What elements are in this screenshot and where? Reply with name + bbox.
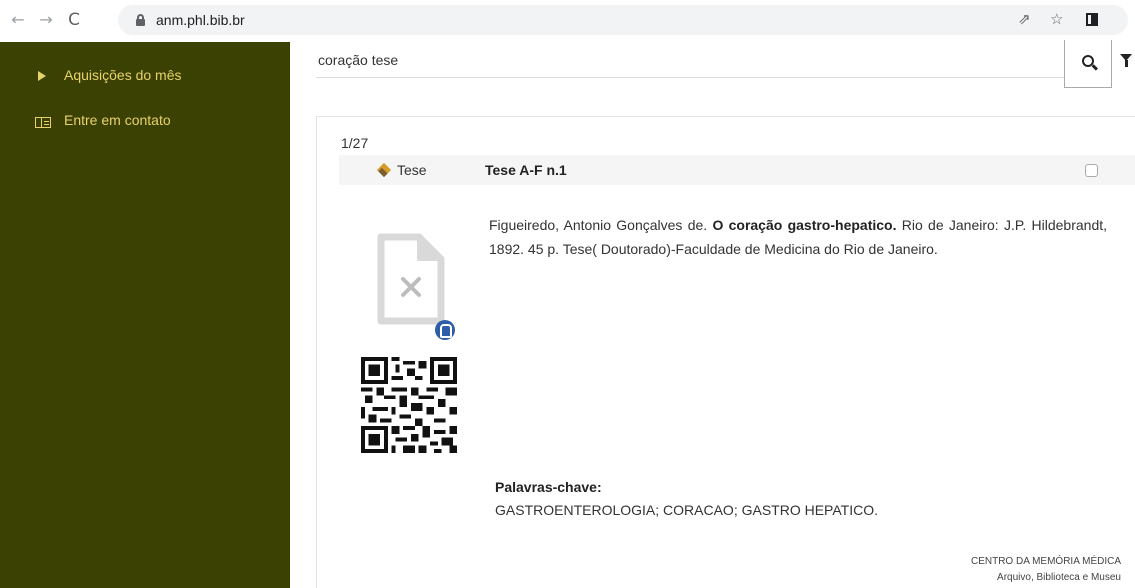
share-icon[interactable]: ⇗ bbox=[1018, 10, 1031, 28]
address-bar[interactable]: anm.phl.bib.br ⇗ ☆ bbox=[118, 5, 1128, 35]
filter-icon[interactable] bbox=[1120, 54, 1132, 68]
sidebar: Aquisições do mês Entre em contato bbox=[0, 42, 290, 588]
organization-footer: CENTRO DA MEMÓRIA MÉDICA Arquivo, Biblio… bbox=[971, 554, 1121, 586]
keywords-label: Palavras-chave: bbox=[495, 479, 602, 495]
keywords-value: GASTROENTEROLOGIA; CORACAO; GASTRO HEPAT… bbox=[495, 502, 878, 518]
result-counter: 1/27 bbox=[341, 135, 369, 151]
sidebar-item-label: Entre em contato bbox=[64, 112, 171, 128]
sidebar-item-label: Aquisições do mês bbox=[64, 67, 182, 83]
sidebar-item-contato[interactable]: Entre em contato bbox=[0, 109, 290, 133]
search-bar bbox=[316, 40, 1135, 88]
document-unavailable-icon bbox=[373, 229, 449, 329]
sidebar-item-aquisicoes[interactable]: Aquisições do mês bbox=[0, 64, 290, 88]
triangle-right-icon bbox=[38, 71, 46, 81]
forward-arrow-icon[interactable]: → bbox=[34, 8, 58, 32]
select-checkbox[interactable] bbox=[1085, 164, 1098, 177]
search-button[interactable] bbox=[1064, 40, 1112, 88]
citation-author: Figueiredo, Antonio Gonçalves de. bbox=[489, 217, 708, 233]
back-arrow-icon[interactable]: ← bbox=[6, 8, 30, 32]
citation-title[interactable]: O coração gastro-hepatico. bbox=[712, 217, 896, 233]
thesis-type-icon bbox=[376, 162, 392, 178]
bookmark-star-icon[interactable]: ☆ bbox=[1050, 10, 1063, 28]
org-subtitle: Arquivo, Biblioteca e Museu bbox=[997, 572, 1121, 583]
side-panel-icon[interactable] bbox=[1086, 13, 1098, 26]
reload-icon[interactable]: C bbox=[62, 8, 86, 32]
open-access-icon[interactable] bbox=[435, 320, 455, 340]
search-input[interactable] bbox=[316, 42, 1064, 78]
browser-toolbar: ← → C anm.phl.bib.br ⇗ ☆ bbox=[0, 0, 1135, 42]
org-name: CENTRO DA MEMÓRIA MÉDICA bbox=[970, 556, 1121, 567]
result-card: 1/27 Tese Tese A-F n.1 Figueiredo, Anton… bbox=[316, 116, 1135, 588]
citation: Figueiredo, Antonio Gonçalves de. O cora… bbox=[489, 213, 1107, 261]
url-text[interactable]: anm.phl.bib.br bbox=[156, 12, 245, 28]
search-icon-handle bbox=[1091, 64, 1099, 71]
type-label: Tese bbox=[397, 162, 427, 178]
contact-card-icon bbox=[35, 117, 51, 128]
result-header: Tese Tese A-F n.1 bbox=[339, 155, 1135, 185]
lock-icon[interactable] bbox=[136, 14, 145, 26]
qr-code bbox=[361, 357, 457, 453]
call-number: Tese A-F n.1 bbox=[485, 162, 567, 178]
